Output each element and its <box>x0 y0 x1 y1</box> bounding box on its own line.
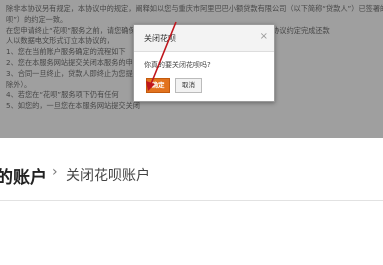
close-icon[interactable]: × <box>260 31 268 42</box>
close-huabei-dialog: 关闭花呗 × 你真的要关闭花呗吗? 确定 取消 <box>133 24 275 102</box>
confirm-button[interactable]: 确定 <box>146 78 170 93</box>
breadcrumb-current: 关闭花呗账户 <box>66 168 150 184</box>
dialog-header: 关闭花呗 × <box>134 25 274 52</box>
account-header: 的账户 › 关闭花呗账户 <box>0 138 383 201</box>
dialog-message: 你真的要关闭花呗吗? <box>144 61 211 69</box>
breadcrumb-separator-icon: › <box>52 164 58 180</box>
account-title: 的账户 <box>0 168 47 188</box>
dialog-title: 关闭花呗 <box>144 34 176 43</box>
content-area <box>0 201 383 265</box>
cancel-button[interactable]: 取消 <box>175 78 202 93</box>
page: 除非本协议另有规定，本协议中的规定，阐释如以您与重庆市阿里巴巴小额贷款有限公司（… <box>0 0 383 265</box>
